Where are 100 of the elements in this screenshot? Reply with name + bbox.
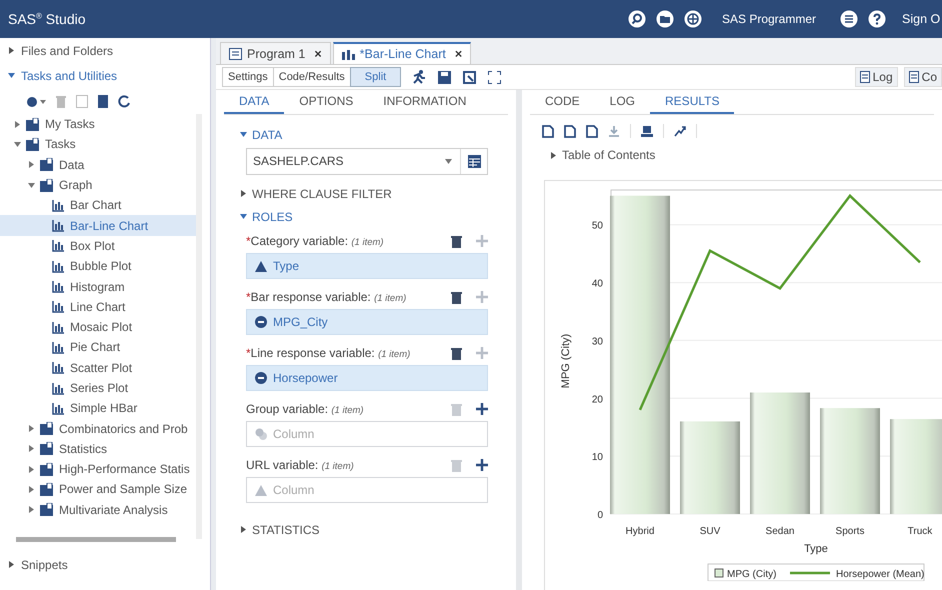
tree-item[interactable]: Pie Chart [0,337,196,358]
delete-icon[interactable] [451,346,462,360]
tree-item[interactable]: Scatter Plot [0,358,196,378]
close-icon[interactable]: × [454,47,462,61]
collapse-caret-icon[interactable] [240,213,247,220]
tree-item[interactable]: Combinatorics and Prob [59,422,188,436]
globe-icon[interactable] [684,10,702,28]
menu-icon[interactable] [840,10,858,28]
expand-caret-icon[interactable] [28,425,35,432]
chart-icon [52,320,65,334]
section-header[interactable]: Files and Folders [0,38,210,63]
tree-item[interactable]: Multivariate Analysis [59,502,168,517]
expand-caret-icon[interactable] [8,47,15,54]
tree-item[interactable]: Box Plot [0,236,196,256]
maximize-icon[interactable] [488,70,502,84]
folder-icon [26,138,40,151]
section-header[interactable]: STATISTICS [240,518,488,541]
role-menu[interactable]: SAS Programmer [722,12,816,26]
view-button[interactable]: Code/Results [272,67,351,87]
search-icon[interactable] [628,10,646,28]
run-icon[interactable] [412,70,426,84]
collapse-caret-icon[interactable] [28,182,35,189]
print-icon[interactable] [641,124,653,138]
number-icon [255,372,267,384]
tree-item[interactable]: Bar-Line Chart [0,215,196,236]
collapse-caret-icon[interactable] [8,72,15,79]
tree-item[interactable]: Histogram [0,276,196,297]
dataset-select[interactable]: SASHELP.CARS [246,148,488,175]
chart-icon [52,260,65,273]
role-field[interactable]: Horsepower [246,365,488,391]
folder-icon [40,422,54,436]
tree-item[interactable]: Data [59,158,84,172]
expand-caret-icon[interactable] [28,445,35,452]
refresh-icon[interactable] [118,94,131,108]
tree-item[interactable]: High-Performance Statis [59,462,190,476]
document-icon[interactable] [542,124,554,138]
help-icon[interactable] [868,10,886,28]
tree-item[interactable]: Bubble Plot [0,256,196,276]
table-icon[interactable] [468,155,480,168]
y-tick-label: 30 [592,336,603,348]
panel-tab[interactable]: RESULTS [650,94,734,114]
panel-tab[interactable]: DATA [224,94,284,114]
view-button[interactable]: Split [350,67,402,87]
role-field[interactable]: Type [246,253,488,279]
tree-item[interactable]: Power and Sample Size [59,482,188,496]
delete-icon[interactable] [451,234,462,248]
tree-item[interactable]: Tasks [45,137,76,152]
document-icon[interactable] [586,124,598,138]
tree-item[interactable]: Mosaic Plot [0,316,196,338]
folder-icon [40,442,54,456]
table-of-contents[interactable]: Table of Contents [550,148,942,162]
collapse-caret-icon[interactable] [445,158,452,165]
x-axis-title: Type [804,543,828,555]
role-field[interactable]: MPG_City [246,309,488,335]
save-as-icon[interactable] [463,70,476,84]
panel-tab[interactable]: CODE [530,94,595,114]
delete-icon[interactable] [451,290,462,304]
expand-caret-icon[interactable] [240,526,247,533]
collapse-caret-icon[interactable] [14,140,21,148]
section-header[interactable]: ROLES [240,205,488,228]
folder-icon[interactable] [656,10,674,28]
view-button[interactable]: Settings [222,67,274,87]
editor-tab[interactable]: Program 1 × [220,42,331,64]
expand-caret-icon[interactable] [28,161,35,168]
panel-tab[interactable]: INFORMATION [368,94,482,114]
expand-caret-icon[interactable] [28,506,35,514]
section-header[interactable]: WHERE CLAUSE FILTER [240,182,488,205]
code-button[interactable]: Co [904,67,942,87]
tree-item[interactable]: My Tasks [45,117,95,132]
section-header[interactable]: Snippets [0,552,210,577]
document-icon[interactable] [564,124,576,138]
tree-item[interactable]: Series Plot [0,378,196,398]
expand-arrow-icon[interactable] [674,124,686,138]
editor-tab[interactable]: *Bar-Line Chart × [332,42,472,64]
panel-tab[interactable]: LOG [594,94,650,114]
y-tick-label: 20 [592,394,603,406]
add-icon[interactable] [476,403,488,415]
tree-item[interactable]: Simple HBar [0,398,196,418]
expand-caret-icon[interactable] [8,561,15,568]
legend-swatch [790,572,830,574]
expand-caret-icon[interactable] [28,486,35,493]
panel-tab[interactable]: OPTIONS [284,94,368,114]
tree-item[interactable]: Bar Chart [0,195,196,216]
sign-out-link[interactable]: Sign O [902,12,942,26]
expand-caret-icon[interactable] [14,120,21,128]
tree-item[interactable]: Statistics [59,442,108,456]
close-icon[interactable]: × [314,46,322,60]
collapse-caret-icon[interactable] [240,131,247,138]
tree-item[interactable]: Line Chart [0,296,196,317]
role-label: URL variable: (1 item) [246,458,355,472]
save-icon[interactable] [438,70,452,84]
expand-caret-icon[interactable] [240,190,247,197]
section-header[interactable]: DATA [240,123,488,146]
section-header[interactable]: Tasks and Utilities [0,63,210,88]
log-button[interactable]: Log [854,67,898,87]
expand-caret-icon[interactable] [550,152,557,158]
x-tick-label: Hybrid [626,526,654,537]
expand-caret-icon[interactable] [28,466,35,473]
add-icon[interactable] [476,459,488,471]
tree-item[interactable]: Graph [59,178,92,192]
